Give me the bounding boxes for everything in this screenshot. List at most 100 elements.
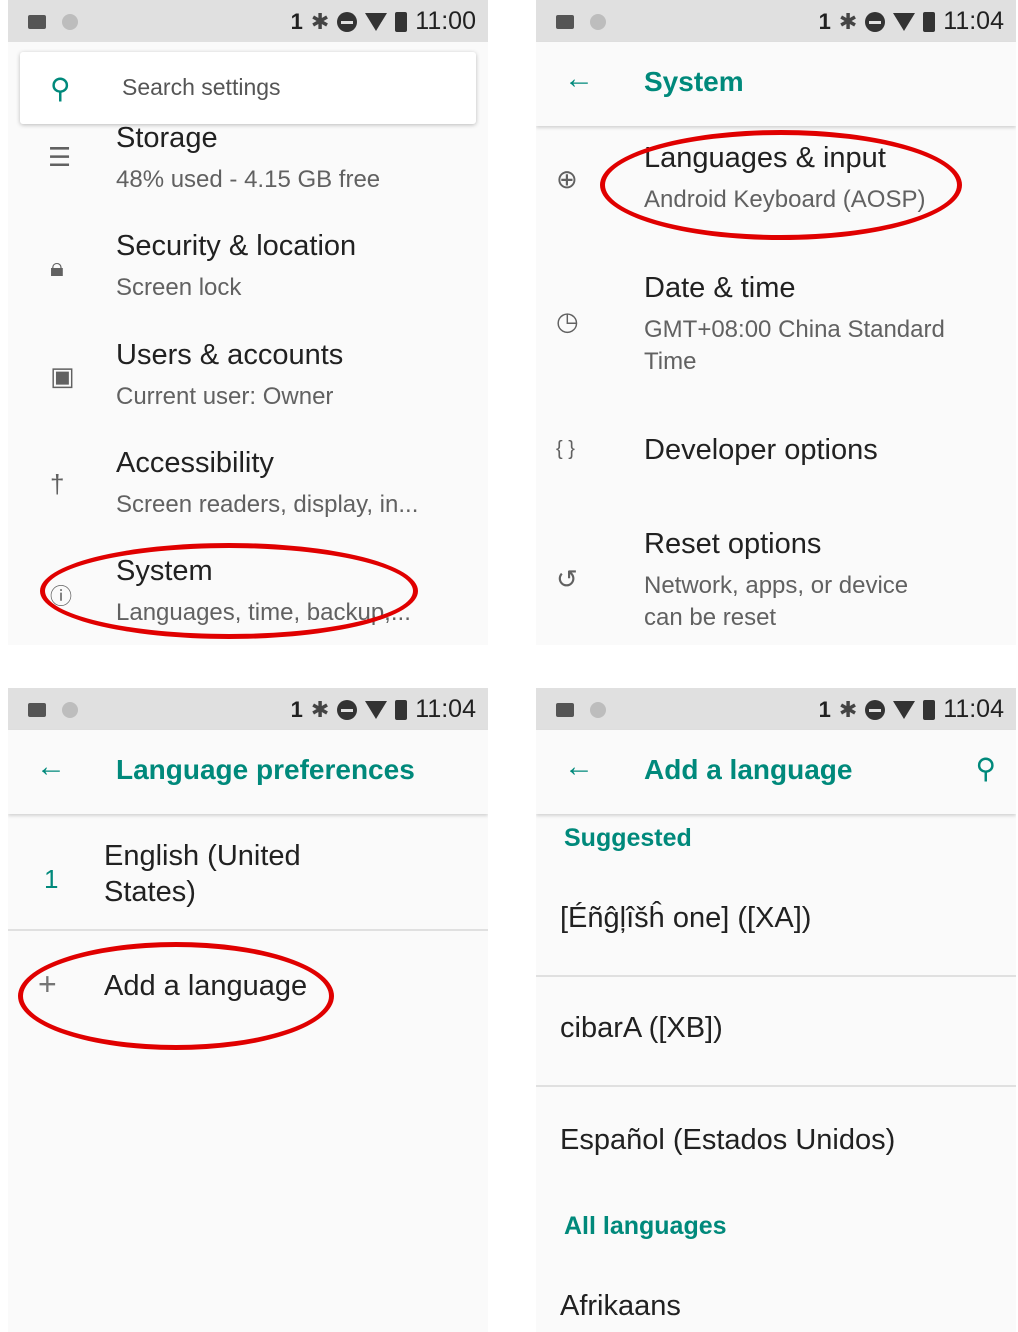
notification-dot-icon — [62, 14, 78, 30]
item-title: Security & location — [116, 230, 357, 262]
wifi-icon — [893, 700, 916, 719]
language-option[interactable]: Afrikaans — [560, 1290, 681, 1323]
item-subtitle: Current user: Owner — [116, 383, 334, 410]
sim-indicator: 1 — [818, 8, 831, 34]
sim-indicator: 1 — [818, 696, 831, 722]
restore-icon: ↺ — [556, 564, 578, 594]
system-item-developer[interactable]: { } Developer options — [536, 432, 1016, 482]
back-arrow-icon[interactable]: ← — [36, 750, 66, 784]
back-arrow-icon[interactable]: ← — [564, 750, 594, 784]
language-option[interactable]: Español (Estados Unidos) — [560, 1124, 895, 1157]
item-subtitle-cont: Time — [644, 348, 697, 375]
settings-item-storage[interactable]: ☰ Storage 48% used - 4.15 GB free — [8, 122, 488, 210]
system-item-reset[interactable]: ↺ Reset options Network, apps, or device… — [536, 526, 1016, 636]
section-header-all-languages: All languages — [564, 1212, 727, 1240]
item-title: Accessibility — [116, 447, 274, 479]
settings-item-system[interactable]: ⓘ System Languages, time, backup,... — [8, 553, 488, 645]
account-icon: ▣ — [50, 361, 75, 391]
globe-icon: ⊕ — [556, 164, 578, 194]
image-icon — [28, 703, 46, 717]
clock-time: 11:04 — [943, 7, 1004, 35]
divider — [536, 975, 1016, 977]
item-title: Reset options — [644, 528, 822, 560]
language-option[interactable]: [Éñĝļîšĥ one] ([XA]) — [560, 902, 811, 935]
item-title: Date & time — [644, 272, 796, 304]
search-icon: ⚲ — [50, 73, 71, 104]
settings-panel: 1 ✱ 11:00 ☰ Storage 48% used - 4.15 GB f… — [8, 0, 488, 645]
language-index: 1 — [44, 864, 59, 894]
image-icon — [28, 15, 46, 29]
item-subtitle: 48% used - 4.15 GB free — [116, 166, 381, 193]
bluetooth-icon: ✱ — [838, 8, 858, 34]
status-bar: 1 ✱ 11:00 — [8, 0, 488, 42]
language-name-cont: States) — [104, 876, 196, 908]
accessibility-icon: † — [50, 469, 65, 499]
item-subtitle: Network, apps, or device — [644, 572, 909, 599]
clock-icon: ◷ — [556, 306, 579, 336]
battery-icon — [395, 699, 408, 720]
settings-item-users[interactable]: ▣ Users & accounts Current user: Owner — [8, 337, 488, 437]
lock-icon: 🔒︎ — [50, 252, 64, 282]
item-subtitle: Languages, time, backup,... — [116, 599, 411, 626]
status-bar: 1 ✱ 11:04 — [8, 688, 488, 730]
battery-icon — [395, 11, 408, 32]
do-not-disturb-icon — [865, 699, 886, 720]
system-panel: 1 ✱ 11:04 ← System ⊕ Languages & input A… — [536, 0, 1016, 645]
page-title: Add a language — [644, 754, 853, 785]
item-subtitle: Screen lock — [116, 274, 242, 301]
settings-item-security[interactable]: 🔒︎ Security & location Screen lock — [8, 228, 488, 328]
app-bar: ← System — [536, 42, 1016, 126]
app-bar: ← Add a language ⚲ — [536, 730, 1016, 814]
notification-dot-icon — [62, 702, 78, 718]
bluetooth-icon: ✱ — [838, 696, 858, 722]
bluetooth-icon: ✱ — [310, 696, 330, 722]
item-title: Languages & input — [644, 142, 886, 174]
language-preferences-panel: 1 ✱ 11:04 ← Language preferences 1 Engli… — [8, 688, 488, 1332]
item-subtitle: Screen readers, display, in... — [116, 491, 419, 518]
add-language-label: Add a language — [104, 970, 308, 1002]
clock-time: 11:04 — [415, 695, 476, 723]
item-subtitle: Android Keyboard (AOSP) — [644, 186, 926, 213]
clock-time: 11:04 — [943, 695, 1004, 723]
divider — [8, 929, 488, 931]
language-option[interactable]: cibarA ([XB]) — [560, 1012, 723, 1045]
search-icon[interactable]: ⚲ — [975, 752, 996, 785]
battery-icon — [923, 699, 936, 720]
item-title: Developer options — [644, 434, 878, 466]
back-arrow-icon[interactable]: ← — [564, 62, 594, 96]
notification-dot-icon — [590, 14, 606, 30]
status-bar: 1 ✱ 11:04 — [536, 0, 1016, 42]
settings-item-accessibility[interactable]: † Accessibility Screen readers, display,… — [8, 445, 488, 545]
wifi-icon — [365, 700, 388, 719]
clock-time: 11:00 — [415, 7, 476, 35]
item-title: Users & accounts — [116, 339, 344, 371]
storage-icon: ☰ — [48, 142, 72, 172]
wifi-icon — [893, 12, 916, 31]
info-icon: ⓘ — [50, 584, 73, 609]
item-subtitle: GMT+08:00 China Standard — [644, 316, 945, 343]
search-placeholder: Search settings — [122, 74, 281, 100]
search-settings-field[interactable]: ⚲ Search settings — [20, 52, 476, 124]
system-item-date-time[interactable]: ◷ Date & time GMT+08:00 China Standard T… — [536, 270, 1016, 390]
app-bar: ← Language preferences — [8, 730, 488, 814]
add-language-button[interactable]: + Add a language — [8, 966, 488, 1022]
image-icon — [556, 15, 574, 29]
sim-indicator: 1 — [290, 696, 303, 722]
item-title: System — [116, 555, 213, 587]
do-not-disturb-icon — [337, 699, 358, 720]
do-not-disturb-icon — [337, 11, 358, 32]
section-header-suggested: Suggested — [564, 824, 692, 852]
item-title: Storage — [116, 122, 218, 154]
wifi-icon — [365, 12, 388, 31]
image-icon — [556, 703, 574, 717]
system-item-languages[interactable]: ⊕ Languages & input Android Keyboard (AO… — [536, 140, 1016, 240]
sim-indicator: 1 — [290, 8, 303, 34]
bluetooth-icon: ✱ — [310, 8, 330, 34]
add-language-panel: 1 ✱ 11:04 ← Add a language ⚲ Suggested [… — [536, 688, 1016, 1332]
language-list-item[interactable]: 1 English (United States) — [8, 838, 488, 928]
language-name: English (United — [104, 840, 301, 872]
braces-icon: { } — [556, 438, 575, 460]
page-title: System — [644, 66, 744, 97]
page-title: Language preferences — [116, 754, 415, 785]
do-not-disturb-icon — [865, 11, 886, 32]
